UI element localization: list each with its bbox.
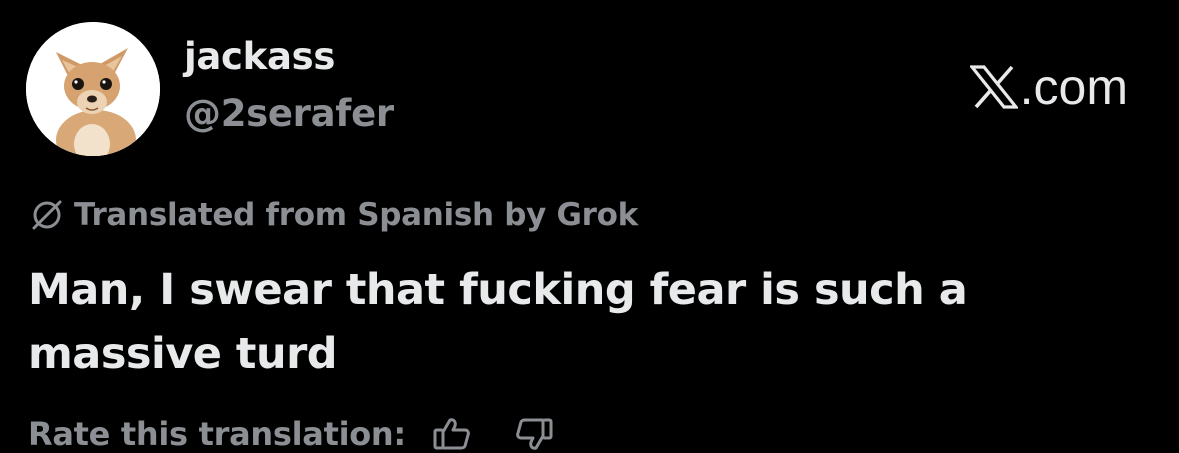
post-text: Man, I swear that fucking fear is such a… <box>28 265 968 379</box>
translation-notice: Translated from Spanish by Grok <box>30 198 638 232</box>
display-name[interactable]: jackass <box>184 38 335 75</box>
thumbs-down-icon <box>516 418 553 450</box>
thumbs-up-button[interactable] <box>432 416 472 452</box>
brand-watermark: .com <box>969 59 1128 115</box>
x-logo-icon <box>969 65 1018 109</box>
brand-text: .com <box>1019 59 1128 115</box>
chihuahua-avatar <box>26 22 160 156</box>
user-handle[interactable]: @2serafer <box>184 95 394 132</box>
grok-slash-icon <box>30 198 64 232</box>
thumbs-up-icon <box>433 418 470 450</box>
rate-translation-label: Rate this translation: <box>28 415 406 453</box>
thumbs-down-button[interactable] <box>514 416 554 452</box>
translation-notice-text: Translated from Spanish by Grok <box>74 196 638 233</box>
rate-translation: Rate this translation: <box>28 416 554 452</box>
avatar[interactable] <box>26 22 160 156</box>
